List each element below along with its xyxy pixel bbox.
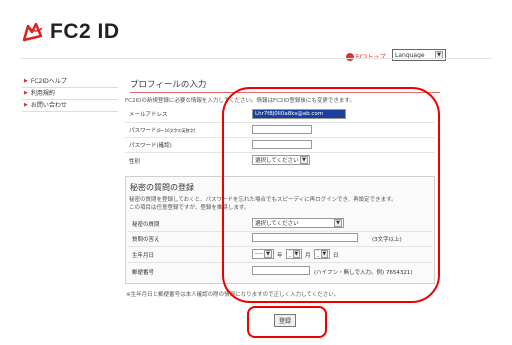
fc2-logo[interactable]: FC2 ID	[22, 20, 120, 44]
sidebar: ▶ FC2IDヘルプ ▶ 利用規約 ▶ お問い合わせ	[22, 76, 118, 112]
sidebar-item-help[interactable]: ▶ FC2IDヘルプ	[22, 76, 118, 88]
email-label: メールアドレス	[129, 112, 168, 118]
password-confirm-label: パスワード(確認)	[129, 143, 172, 149]
annotation-outline	[222, 87, 440, 303]
question-label: 秘密の質問	[132, 222, 160, 228]
postal-label: 郵便番号	[132, 270, 155, 276]
register-button[interactable]: 登録	[274, 314, 296, 327]
language-select[interactable]: Language ▼	[392, 49, 446, 61]
triangle-right-icon: ▶	[24, 102, 28, 108]
triangle-right-icon: ▶	[24, 90, 28, 96]
password-label: パスワード(8〜16文字の英数字)	[129, 126, 195, 134]
logo-text: FC2 ID	[50, 20, 120, 43]
password-note: (8〜16文字の英数字)	[156, 128, 196, 133]
fc2top-label: FC2トップ	[356, 52, 385, 61]
header-divider	[20, 58, 492, 59]
password-label-text: パスワード	[129, 128, 157, 134]
fc2-logo-icon	[22, 22, 43, 42]
fc2-icon	[346, 52, 354, 61]
fc2top-link[interactable]: FC2トップ	[346, 52, 385, 61]
birthdate-label: 生年月日	[132, 253, 155, 259]
sidebar-item-terms[interactable]: ▶ 利用規約	[22, 88, 118, 100]
answer-label: 質問の答え	[132, 237, 160, 243]
sidebar-item-label: FC2IDヘルプ	[30, 78, 67, 85]
sidebar-item-label: 利用規約	[30, 90, 55, 97]
sidebar-item-label: お問い合わせ	[30, 102, 67, 109]
sidebar-item-contact[interactable]: ▶ お問い合わせ	[22, 100, 118, 112]
gender-label: 性別	[129, 159, 141, 165]
triangle-right-icon: ▶	[24, 78, 28, 84]
